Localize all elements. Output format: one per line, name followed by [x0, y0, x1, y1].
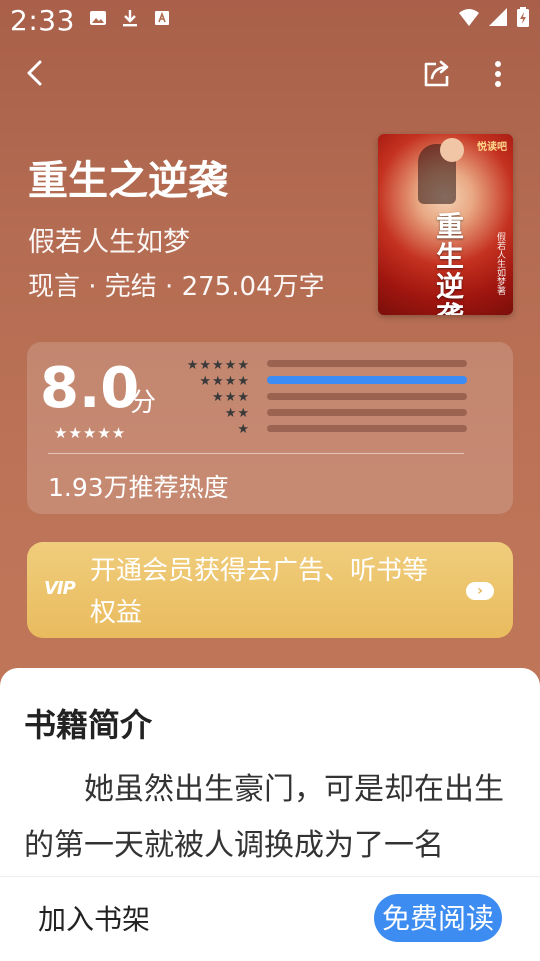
dist-row-3: ★★★	[170, 390, 250, 406]
dist-stars-1: ★	[237, 422, 250, 437]
intro-heading: 书籍简介	[24, 706, 153, 744]
rating-distribution-bars	[267, 360, 467, 441]
signal-icon	[489, 8, 507, 26]
rating-distribution-stars: ★★★★★ ★★★★ ★★★ ★★ ★	[170, 358, 250, 438]
status-right-icons	[458, 6, 530, 28]
dist-stars-2: ★★	[224, 406, 250, 421]
dist-stars-4: ★★★★	[199, 374, 250, 389]
rating-score: 8.0	[40, 356, 140, 421]
add-to-shelf-button[interactable]: 加入书架	[38, 898, 150, 938]
dist-row-1: ★	[170, 422, 250, 438]
rating-unit: 分	[130, 388, 157, 418]
read-free-button[interactable]: 免费阅读	[374, 894, 502, 942]
dist-stars-3: ★★★	[212, 390, 250, 405]
cover-author: 假若人生如梦著	[495, 232, 505, 295]
book-title: 重生之逆袭	[28, 158, 228, 204]
dist-bar-1	[267, 425, 467, 432]
intro-text[interactable]: 她虽然出生豪门，可是却在出生的第一天就被人调换成为了一名	[24, 762, 514, 874]
dist-bar-4	[267, 376, 467, 384]
book-cover[interactable]: 悦读吧 重生逆袭 假若人生如梦著	[378, 134, 513, 315]
share-button[interactable]	[418, 56, 454, 92]
dist-row-2: ★★	[170, 406, 250, 422]
dist-stars-5: ★★★★★	[186, 358, 250, 373]
book-author[interactable]: 假若人生如梦	[28, 220, 190, 259]
chevron-right-icon[interactable]: ›	[466, 582, 494, 600]
vip-text: 开通会员获得去广告、听书等权益	[90, 556, 429, 628]
battery-charging-icon	[517, 7, 529, 27]
cover-brand: 悦读吧	[477, 142, 507, 153]
download-icon	[123, 10, 137, 27]
rating-divider	[48, 453, 464, 454]
more-button[interactable]	[484, 56, 512, 92]
image-icon	[90, 11, 106, 25]
cover-face	[440, 138, 464, 162]
dist-row-4: ★★★★	[170, 374, 250, 390]
status-time: 2:33	[10, 4, 75, 37]
wifi-icon	[459, 9, 479, 26]
dist-row-5: ★★★★★	[170, 358, 250, 374]
dist-bar-5	[267, 360, 467, 367]
dist-bar-2	[267, 409, 467, 416]
vip-badge: VIP	[44, 578, 76, 599]
dist-bar-3	[267, 393, 467, 400]
cover-title: 重生逆袭	[436, 210, 465, 316]
rating-stars: ★★★★★	[54, 424, 127, 442]
book-meta: 现言 · 完结 · 275.04万字	[28, 272, 325, 302]
font-icon	[155, 11, 169, 25]
popularity-text: 1.93万推荐热度	[48, 473, 229, 502]
status-left-icons	[88, 8, 172, 28]
back-button[interactable]	[18, 56, 54, 92]
